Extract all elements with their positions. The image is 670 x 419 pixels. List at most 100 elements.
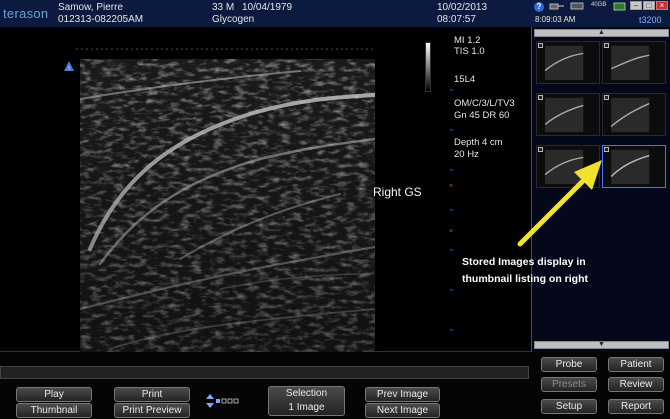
exam-time: 08:07:57: [437, 14, 476, 25]
system-model: t3200: [639, 15, 662, 25]
probe-button[interactable]: Probe: [541, 357, 597, 372]
thumbnail-image: [544, 45, 584, 81]
thumbnail-3[interactable]: [536, 93, 600, 136]
focus-dot: [171, 48, 173, 50]
ultrasound-image[interactable]: [80, 59, 375, 369]
selection-button[interactable]: Selection 1 Image: [268, 386, 345, 416]
focus-dot: [311, 48, 313, 50]
thumbnail-2[interactable]: [602, 41, 666, 84]
focus-dot: [291, 48, 293, 50]
depth-value: Depth 4 cm: [454, 137, 503, 148]
focus-dot: [156, 48, 158, 50]
focus-dot: [141, 48, 143, 50]
minimize-button[interactable]: –: [630, 1, 642, 10]
next-image-button[interactable]: Next Image: [365, 403, 440, 418]
thumbnail-image: [610, 149, 650, 185]
thumbnail-tag-icon: [538, 95, 543, 100]
restore-button[interactable]: □: [643, 1, 655, 10]
callout-text: Stored Images display in thumbnail listi…: [462, 256, 588, 285]
image-annotation: Right GS: [373, 185, 422, 199]
focus-dot: [86, 48, 88, 50]
thumbnail-tag-icon: [604, 43, 609, 48]
focus-dot: [161, 48, 163, 50]
print-button[interactable]: Print: [114, 387, 190, 402]
thumbnail-image: [544, 97, 584, 133]
imaging-mode: OM/C/3/L/TV3: [454, 98, 515, 109]
prev-image-button[interactable]: Prev Image: [365, 387, 440, 402]
focus-dot: [321, 48, 323, 50]
focus-dot: [206, 48, 208, 50]
focus-dot: [191, 48, 193, 50]
thumbnail-tag-icon: [604, 95, 609, 100]
depth-scale: × ×: [450, 89, 453, 331]
focus-dot: [366, 48, 368, 50]
focus-dot: [251, 48, 253, 50]
focus-dot: [176, 48, 178, 50]
status-bar: [0, 366, 529, 379]
close-button[interactable]: ×: [656, 1, 668, 10]
focus-dot: [186, 48, 188, 50]
focus-dot: [181, 48, 183, 50]
focus-dot: [316, 48, 318, 50]
focus-dot: [131, 48, 133, 50]
presets-button[interactable]: Presets: [541, 377, 597, 392]
focus-dot: [121, 48, 123, 50]
disk-space: 40GB: [591, 2, 607, 8]
thumbnail-button[interactable]: Thumbnail: [16, 403, 92, 418]
focus-dot: [286, 48, 288, 50]
thumbnail-tag-icon: [538, 147, 543, 152]
focus-dot: [91, 48, 93, 50]
exam-date: 10/02/2013: [437, 2, 488, 13]
print-preview-button[interactable]: Print Preview: [114, 403, 190, 418]
focus-dot: [221, 48, 223, 50]
thumbnail-4[interactable]: [602, 93, 666, 136]
thumbnail-image: [544, 149, 584, 185]
battery-icon: [613, 2, 626, 11]
thumbnail-panel: ▲ ▼: [531, 27, 670, 352]
brand-logo: terason: [3, 6, 49, 21]
grayscale-bar: [425, 42, 431, 92]
patient-id: 012313-082205AM: [58, 14, 144, 25]
report-button[interactable]: Report: [608, 399, 664, 414]
thumbnail-tag-icon: [538, 43, 543, 48]
focus-dot: [256, 48, 258, 50]
focus-dot: [301, 48, 303, 50]
patient-age: 33 M: [212, 2, 235, 13]
focus-dot: [151, 48, 153, 50]
focus-dot: [81, 48, 83, 50]
thumbnail-1[interactable]: [536, 41, 600, 84]
focus-dot: [371, 48, 373, 50]
focus-dot: [166, 48, 168, 50]
focus-dot: [266, 48, 268, 50]
focus-dot: [346, 48, 348, 50]
focus-dot: [211, 48, 213, 50]
patient-button[interactable]: Patient: [608, 357, 664, 372]
review-button[interactable]: Review: [608, 377, 664, 392]
scroll-up-button[interactable]: ▲: [534, 29, 669, 37]
play-button[interactable]: Play: [16, 387, 92, 402]
usb-icon: [570, 2, 584, 10]
focus-dot: [116, 48, 118, 50]
focus-dot: [226, 48, 228, 50]
network-icon: [549, 3, 564, 10]
scroll-down-button[interactable]: ▼: [534, 341, 669, 349]
thumbnail-image: [610, 97, 650, 133]
thumbnail-6-selected[interactable]: [602, 145, 666, 188]
setup-button[interactable]: Setup: [541, 399, 597, 414]
selection-count: 1 Image: [288, 402, 325, 413]
focus-dot: [76, 48, 78, 50]
imaging-area[interactable]: ! MI 1.2 TIS 1.0 15L4 OM/C/3/L/TV3 Gn 45…: [0, 27, 531, 369]
focus-dots: [76, 48, 373, 50]
focus-dot: [236, 48, 238, 50]
patient-name: Samow, Pierre: [58, 2, 124, 13]
focus-dot: [111, 48, 113, 50]
focus-dot: [336, 48, 338, 50]
selection-label: Selection: [285, 388, 328, 399]
warning-icon: !: [64, 61, 74, 71]
focus-dot: [341, 48, 343, 50]
thumbnail-image: [610, 45, 650, 81]
focus-dot: [146, 48, 148, 50]
help-icon[interactable]: ?: [534, 2, 544, 12]
thumbnail-5[interactable]: [536, 145, 600, 188]
page-indicator[interactable]: [203, 392, 243, 410]
